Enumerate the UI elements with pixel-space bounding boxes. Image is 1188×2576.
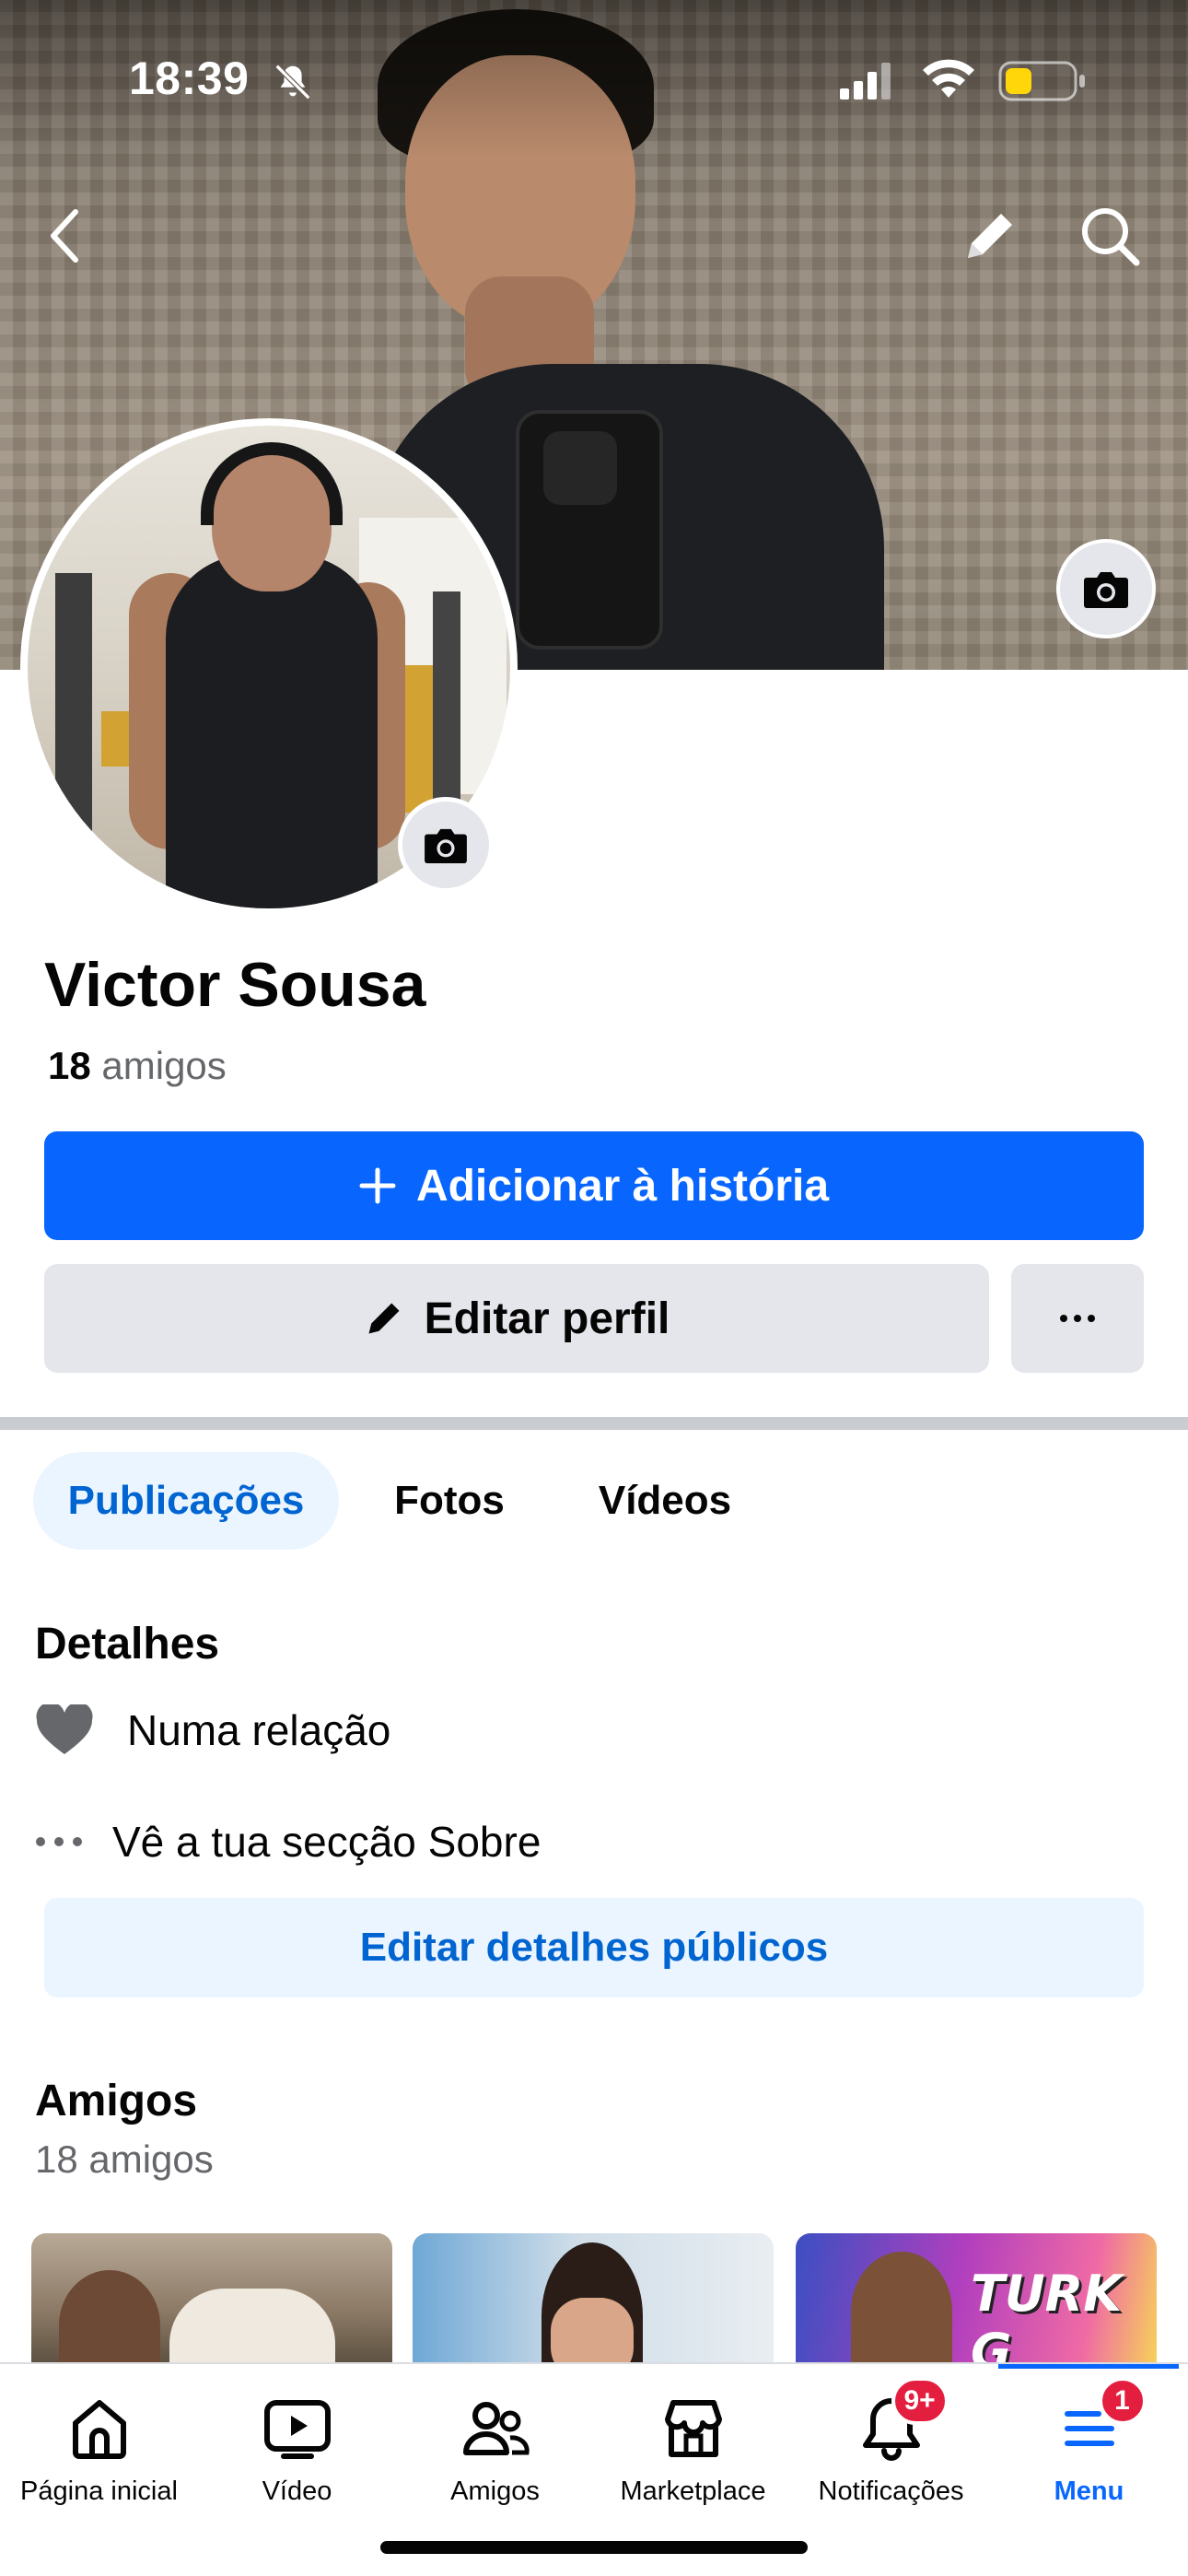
cover-phone-camera xyxy=(543,431,617,505)
add-story-button[interactable]: Adicionar à história xyxy=(44,1131,1144,1240)
edit-profile-button[interactable]: Editar perfil xyxy=(44,1264,989,1373)
plus-icon xyxy=(359,1167,396,1204)
friend-card[interactable] xyxy=(31,2233,392,2362)
marketplace-icon xyxy=(664,2400,722,2457)
about-section-text: Vê a tua secção Sobre xyxy=(112,1818,542,1866)
search-button[interactable] xyxy=(1073,199,1147,273)
camera-icon xyxy=(425,828,467,864)
status-bar: 18:39 xyxy=(0,0,1188,157)
friend-photo-dog xyxy=(169,2289,335,2362)
friends-count-line[interactable]: 18 amigos xyxy=(48,1044,227,1088)
nav-friends-label: Amigos xyxy=(450,2476,540,2506)
avatar-headphones xyxy=(201,442,343,525)
about-section-link[interactable]: Vê a tua secção Sobre xyxy=(35,1817,541,1867)
tab-posts[interactable]: Publicações xyxy=(33,1452,339,1550)
edit-cover-button[interactable] xyxy=(953,199,1027,273)
friends-icon xyxy=(462,2402,530,2455)
wifi-icon xyxy=(923,59,974,98)
home-indicator[interactable] xyxy=(380,2541,808,2554)
profile-name: Victor Sousa xyxy=(44,950,426,1020)
nav-notifications-label: Notificações xyxy=(818,2476,964,2506)
pencil-icon xyxy=(968,214,1012,258)
active-tab-indicator xyxy=(998,2364,1179,2369)
notifications-badge: 9+ xyxy=(891,2377,949,2425)
more-dots-icon xyxy=(36,1837,82,1846)
nav-marketplace[interactable]: Marketplace xyxy=(594,2392,792,2521)
nav-menu-label: Menu xyxy=(1054,2476,1124,2506)
nav-friends[interactable]: Amigos xyxy=(396,2392,594,2521)
cover-camera-button[interactable] xyxy=(1056,539,1156,638)
cellular-signal-icon xyxy=(840,63,891,100)
friends-count-number: 18 xyxy=(48,1044,91,1087)
friend-photo-overlay-text: TURK G xyxy=(971,2265,1123,2362)
battery-icon xyxy=(998,61,1085,101)
edit-profile-label: Editar perfil xyxy=(424,1294,670,1343)
chevron-left-icon xyxy=(51,209,78,263)
nav-home[interactable]: Página inicial xyxy=(0,2392,198,2521)
nav-video-label: Vídeo xyxy=(262,2476,332,2506)
pencil-icon xyxy=(368,1303,400,1334)
video-icon xyxy=(263,2400,331,2459)
friends-count-text[interactable]: 18 amigos xyxy=(35,2137,214,2182)
add-story-label: Adicionar à história xyxy=(415,1161,830,1211)
relationship-text: Numa relação xyxy=(127,1706,391,1754)
search-icon xyxy=(1082,208,1140,266)
more-dots-icon xyxy=(1060,1315,1095,1322)
tab-photos[interactable]: Fotos xyxy=(367,1452,532,1550)
status-time: 18:39 xyxy=(129,53,250,104)
avatar-camera-button[interactable] xyxy=(398,797,494,893)
friend-photo-person xyxy=(59,2270,160,2362)
avatar-bg-machine xyxy=(55,573,92,868)
heart-icon xyxy=(36,1704,93,1754)
friend-photo-person xyxy=(851,2252,952,2362)
bell-muted-icon xyxy=(274,64,311,100)
friends-title: Amigos xyxy=(35,2077,198,2125)
nav-home-label: Página inicial xyxy=(20,2476,178,2506)
nav-notifications[interactable]: 9+ Notificações xyxy=(792,2377,990,2521)
section-divider xyxy=(0,1417,1188,1430)
tab-videos[interactable]: Vídeos xyxy=(573,1452,757,1550)
avatar-shirt xyxy=(166,555,378,908)
nav-menu[interactable]: 1 Menu xyxy=(990,2377,1188,2521)
edit-public-details-button[interactable]: Editar detalhes públicos xyxy=(44,1898,1144,1997)
friend-card[interactable]: TURK G xyxy=(796,2233,1157,2362)
nav-video[interactable]: Vídeo xyxy=(198,2392,396,2521)
back-button[interactable] xyxy=(28,199,101,273)
friend-photo-face xyxy=(551,2298,634,2362)
nav-marketplace-label: Marketplace xyxy=(620,2476,766,2506)
menu-badge: 1 xyxy=(1098,2377,1147,2425)
camera-icon xyxy=(1084,572,1128,608)
friends-count-word: amigos xyxy=(101,1044,227,1087)
relationship-detail: Numa relação xyxy=(35,1704,390,1756)
friend-card[interactable] xyxy=(413,2233,774,2362)
details-title: Detalhes xyxy=(35,1620,220,1669)
home-icon xyxy=(72,2400,126,2459)
more-options-button[interactable] xyxy=(1011,1264,1144,1373)
